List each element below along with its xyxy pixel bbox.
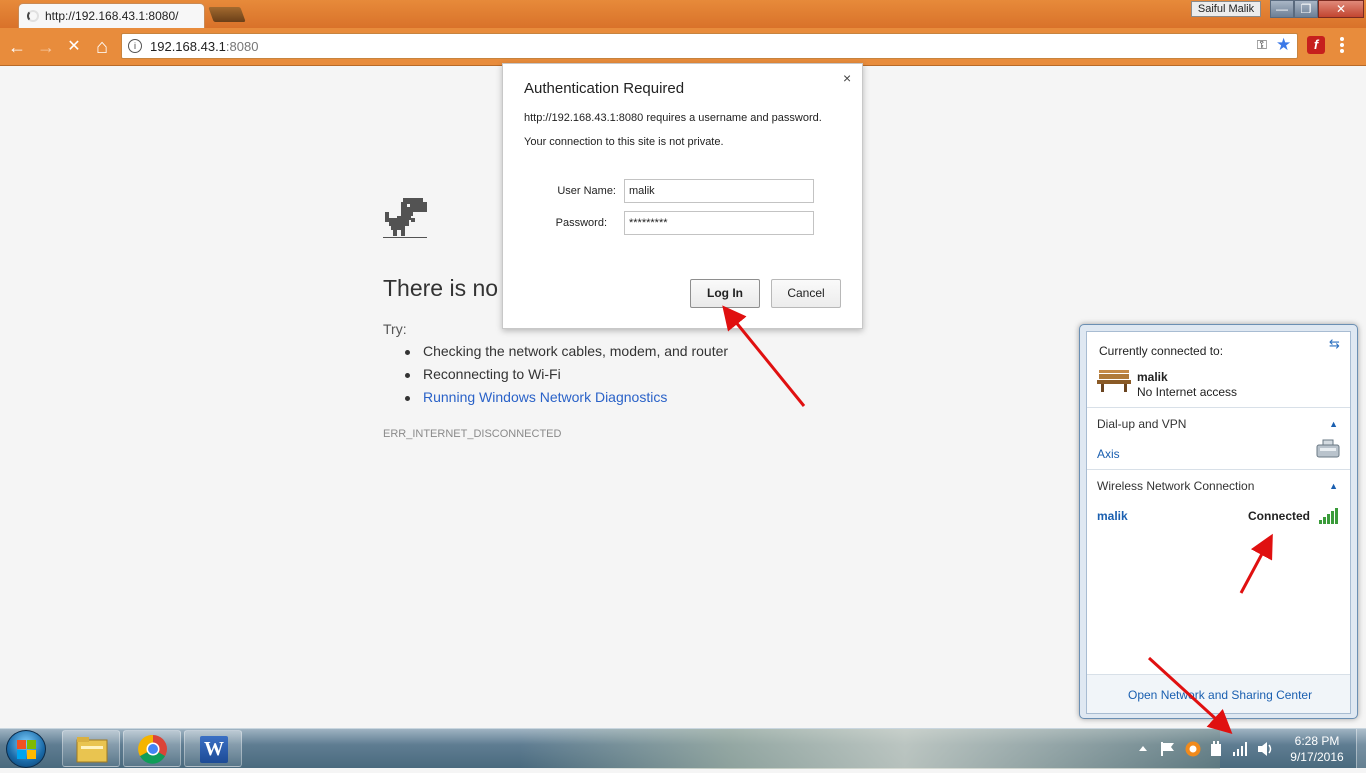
clock-date: 9/17/2016 <box>1290 750 1344 764</box>
address-port: :8080 <box>225 39 259 54</box>
wireless-section-header[interactable]: Wireless Network Connection <box>1097 479 1254 493</box>
back-button[interactable]: ← <box>6 36 28 58</box>
connected-header: Currently connected to: <box>1099 344 1224 358</box>
error-heading: There is no <box>383 275 499 301</box>
home-button[interactable]: ⌂ <box>91 36 113 58</box>
dialog-title: Authentication Required <box>524 80 685 97</box>
chrome-icon <box>138 734 167 764</box>
avast-icon[interactable] <box>1185 741 1201 757</box>
taskbar-chrome[interactable] <box>123 730 181 767</box>
dino-icon <box>383 198 427 238</box>
collapse-icon[interactable]: ▲ <box>1329 481 1338 491</box>
new-tab-button[interactable] <box>208 7 246 22</box>
password-label: Password: <box>555 217 607 229</box>
info-icon[interactable]: i <box>128 39 142 53</box>
tab-title: http://192.168.43.1:8080/ <box>45 9 179 23</box>
cancel-button[interactable]: Cancel <box>771 279 841 308</box>
flash-extension-icon[interactable]: f <box>1307 36 1325 54</box>
close-window-button[interactable]: ✕ <box>1318 0 1364 18</box>
current-network-name: malik <box>1137 370 1168 384</box>
address-text[interactable]: 192.168.43.1:8080 <box>150 39 258 54</box>
suggestion-list: Checking the network cables, modem, and … <box>404 343 728 412</box>
collapse-icon[interactable]: ▲ <box>1329 419 1338 429</box>
folder-icon <box>76 737 108 763</box>
word-icon: W <box>200 736 228 763</box>
power-icon[interactable] <box>1209 741 1223 757</box>
wireless-status: Connected <box>1248 509 1311 523</box>
wireless-item-malik[interactable]: malik <box>1097 509 1128 523</box>
volume-icon[interactable] <box>1257 741 1273 757</box>
browser-tab[interactable]: http://192.168.43.1:8080/ <box>18 3 205 29</box>
network-signal-icon[interactable] <box>1233 742 1249 756</box>
network-flyout-body: Currently connected to: ⇆ malik No Inter… <box>1086 331 1351 714</box>
password-field[interactable]: ********* <box>624 211 814 235</box>
current-network-status: No Internet access <box>1137 385 1238 399</box>
username-field[interactable]: malik <box>624 179 814 203</box>
network-flyout: Currently connected to: ⇆ malik No Inter… <box>1079 324 1358 719</box>
modem-icon <box>1316 439 1340 458</box>
tab-strip: http://192.168.43.1:8080/ Saiful Malik —… <box>0 0 1366 29</box>
taskbar-word[interactable]: W <box>184 730 242 767</box>
flyout-footer: Open Network and Sharing Center <box>1087 674 1350 713</box>
key-icon[interactable]: ⚿ <box>1257 37 1267 53</box>
dialup-item-axis[interactable]: Axis <box>1097 447 1120 461</box>
login-button[interactable]: Log In <box>690 279 760 308</box>
close-icon[interactable]: × <box>843 70 851 86</box>
authentication-dialog: Authentication Required × http://192.168… <box>502 63 863 329</box>
dialup-section-header[interactable]: Dial-up and VPN <box>1097 417 1186 431</box>
clock-time: 6:28 PM <box>1294 734 1340 748</box>
maximize-button[interactable]: ❐ <box>1294 0 1318 18</box>
network-sharing-center-link[interactable]: Open Network and Sharing Center <box>1128 688 1312 702</box>
action-center-flag-icon[interactable] <box>1160 742 1176 756</box>
browser-toolbar: ← → ✕ ⌂ i 192.168.43.1:8080 ⚿ ★ f <box>0 28 1366 66</box>
profile-name[interactable]: Saiful Malik <box>1191 1 1261 17</box>
show-hidden-icons-icon[interactable] <box>1138 744 1148 754</box>
bookmark-star-icon[interactable]: ★ <box>1276 35 1291 55</box>
refresh-icon[interactable]: ⇆ <box>1329 336 1340 352</box>
address-bar[interactable]: i 192.168.43.1:8080 ⚿ ★ <box>121 33 1298 59</box>
loading-spinner-icon <box>27 10 39 22</box>
chrome-menu-icon[interactable] <box>1340 37 1344 55</box>
address-host: 192.168.43.1 <box>150 39 226 54</box>
error-code: ERR_INTERNET_DISCONNECTED <box>383 428 562 440</box>
suggestion-item: Reconnecting to Wi-Fi <box>404 366 728 389</box>
forward-button[interactable]: → <box>35 36 57 58</box>
start-button[interactable] <box>6 730 46 768</box>
bench-network-icon <box>1097 370 1131 392</box>
taskbar-explorer[interactable] <box>62 730 120 767</box>
privacy-note: Your connection to this site is not priv… <box>524 136 724 148</box>
signal-strength-icon <box>1319 508 1341 524</box>
system-clock[interactable]: 6:28 PM 9/17/2016 <box>1283 733 1351 765</box>
show-desktop-button[interactable] <box>1356 729 1366 769</box>
network-diagnostics-link[interactable]: Running Windows Network Diagnostics <box>404 389 728 412</box>
taskbar: W 6:28 PM 9/17/2016 <box>0 728 1366 769</box>
auth-message: http://192.168.43.1:8080 requires a user… <box>524 112 822 124</box>
suggestion-item: Checking the network cables, modem, and … <box>404 343 728 366</box>
stop-button[interactable]: ✕ <box>63 36 85 58</box>
minimize-button[interactable]: — <box>1270 0 1294 18</box>
username-label: User Name: <box>557 185 616 197</box>
try-label: Try: <box>383 321 407 337</box>
